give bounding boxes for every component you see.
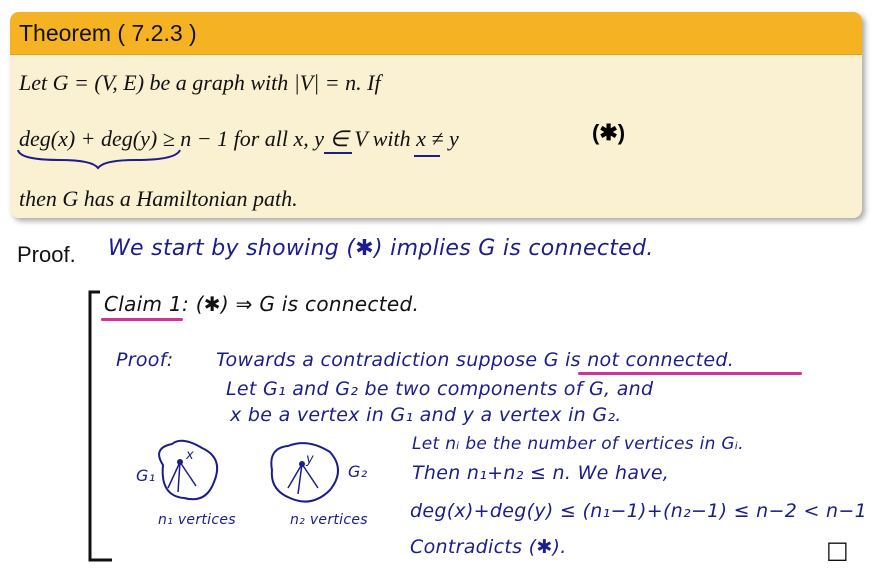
- claim-bracket: [88, 290, 112, 562]
- n1-caption: n₁ vertices: [158, 512, 236, 528]
- hw-line-4: Let nᵢ be the number of vertices in Gᵢ.: [412, 434, 744, 454]
- hw-line-3: x be a vertex in G₁ and y a vertex in G₂…: [230, 404, 622, 426]
- not-connected-underline: [578, 372, 802, 375]
- hw-claim: Claim 1: (✱) ⇒ G is connected.: [104, 292, 420, 316]
- n2-caption: n₂ vertices: [290, 512, 368, 528]
- claim-underline: [101, 318, 183, 321]
- hw-intro: We start by showing (✱) implies G is con…: [108, 236, 654, 261]
- underbrace: [17, 149, 181, 170]
- handwritten-annotations: [17, 149, 440, 562]
- hw-line-6: deg(x)+deg(y) ≤ (n₁−1)+(n₂−1) ≤ n−2 < n−…: [410, 500, 867, 522]
- hw-line-5: Then n₁+n₂ ≤ n. We have,: [412, 462, 670, 484]
- g1-node-label: x: [186, 448, 194, 463]
- hw-line-7: Contradicts (✱).: [410, 536, 567, 558]
- g2-blob: [270, 442, 339, 503]
- hw-line-2: Let G₁ and G₂ be two components of G, an…: [226, 378, 654, 400]
- proof-label: Proof.: [17, 242, 76, 267]
- qed-box: □: [826, 536, 849, 564]
- g1-label: G₁: [136, 466, 156, 485]
- hw-line-1: Towards a contradiction suppose G is not…: [216, 349, 735, 371]
- g2-label: G₂: [348, 462, 368, 481]
- hw-proof-head: Proof:: [116, 349, 174, 371]
- g2-node-label: y: [306, 452, 314, 467]
